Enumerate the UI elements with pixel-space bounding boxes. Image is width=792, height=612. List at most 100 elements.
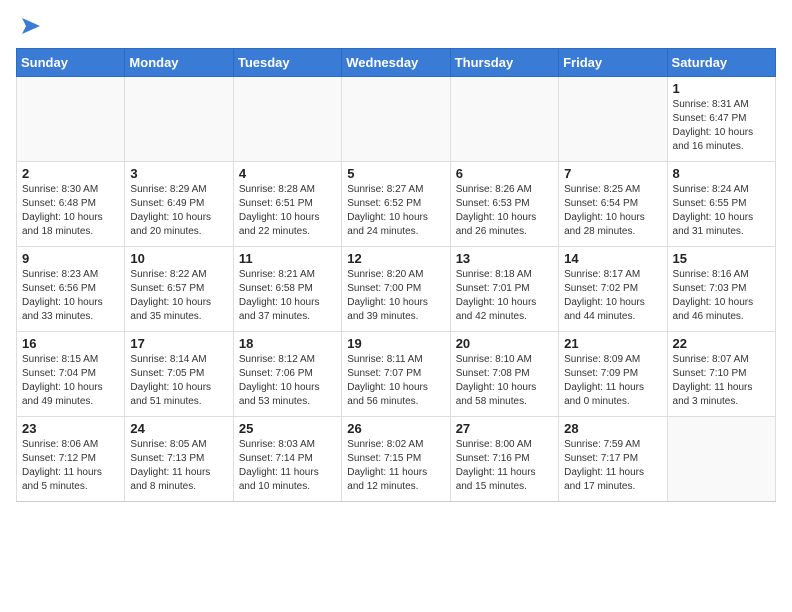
page-header: [16, 16, 776, 36]
calendar-day: 15 Sunrise: 8:16 AMSunset: 7:03 PMDayligh…: [667, 247, 775, 332]
calendar-day: 24 Sunrise: 8:05 AMSunset: 7:13 PMDayligh…: [125, 417, 233, 502]
day-info: Sunrise: 8:21 AMSunset: 6:58 PMDaylight:…: [239, 268, 336, 324]
day-number: 26: [347, 421, 444, 436]
calendar-day: 4 Sunrise: 8:28 AMSunset: 6:51 PMDaylight…: [233, 162, 341, 247]
day-number: 20: [456, 336, 553, 351]
day-info: Sunrise: 8:18 AMSunset: 7:01 PMDaylight:…: [456, 268, 553, 324]
weekday-header-tuesday: Tuesday: [233, 49, 341, 77]
weekday-header-wednesday: Wednesday: [342, 49, 450, 77]
calendar-day: [559, 77, 667, 162]
day-number: 1: [673, 81, 770, 96]
calendar-day: 25 Sunrise: 8:03 AMSunset: 7:14 PMDayligh…: [233, 417, 341, 502]
calendar-day: 22 Sunrise: 8:07 AMSunset: 7:10 PMDayligh…: [667, 332, 775, 417]
day-number: 4: [239, 166, 336, 181]
day-number: 3: [130, 166, 227, 181]
day-info: Sunrise: 8:26 AMSunset: 6:53 PMDaylight:…: [456, 183, 553, 239]
day-number: 27: [456, 421, 553, 436]
calendar-day: 20 Sunrise: 8:10 AMSunset: 7:08 PMDayligh…: [450, 332, 558, 417]
day-number: 9: [22, 251, 119, 266]
calendar-day: [17, 77, 125, 162]
day-info: Sunrise: 8:12 AMSunset: 7:06 PMDaylight:…: [239, 353, 336, 409]
calendar-day: [667, 417, 775, 502]
day-number: 16: [22, 336, 119, 351]
day-number: 2: [22, 166, 119, 181]
calendar-day: 19Sunrise: 8:11 AMSunset: 7:07 PMDayligh…: [342, 332, 450, 417]
day-info: Sunrise: 8:14 AMSunset: 7:05 PMDaylight:…: [130, 353, 227, 409]
day-number: 11: [239, 251, 336, 266]
day-number: 25: [239, 421, 336, 436]
day-info: Sunrise: 7:59 AMSunset: 7:17 PMDaylight:…: [564, 438, 661, 494]
calendar-day: [342, 77, 450, 162]
day-number: 22: [673, 336, 770, 351]
day-info: Sunrise: 8:22 AMSunset: 6:57 PMDaylight:…: [130, 268, 227, 324]
calendar-day: 26 Sunrise: 8:02 AMSunset: 7:15 PMDayligh…: [342, 417, 450, 502]
calendar-day: [233, 77, 341, 162]
calendar-day: 23 Sunrise: 8:06 AMSunset: 7:12 PMDayligh…: [17, 417, 125, 502]
day-info: Sunrise: 8:00 AMSunset: 7:16 PMDaylight:…: [456, 438, 553, 494]
calendar-day: 14 Sunrise: 8:17 AMSunset: 7:02 PMDayligh…: [559, 247, 667, 332]
day-number: 18: [239, 336, 336, 351]
logo-arrow-icon: [18, 16, 40, 36]
weekday-header-thursday: Thursday: [450, 49, 558, 77]
calendar-header-row: SundayMondayTuesdayWednesdayThursdayFrid…: [17, 49, 776, 77]
weekday-header-saturday: Saturday: [667, 49, 775, 77]
calendar-day: 21 Sunrise: 8:09 AMSunset: 7:09 PMDayligh…: [559, 332, 667, 417]
day-number: 17: [130, 336, 227, 351]
calendar-day: 12Sunrise: 8:20 AMSunset: 7:00 PMDayligh…: [342, 247, 450, 332]
day-number: 7: [564, 166, 661, 181]
calendar-day: 1Sunrise: 8:31 AMSunset: 6:47 PMDaylight…: [667, 77, 775, 162]
weekday-header-sunday: Sunday: [17, 49, 125, 77]
day-info: Sunrise: 8:02 AMSunset: 7:15 PMDaylight:…: [347, 438, 444, 494]
calendar-day: 10Sunrise: 8:22 AMSunset: 6:57 PMDayligh…: [125, 247, 233, 332]
calendar-day: 16 Sunrise: 8:15 AMSunset: 7:04 PMDayligh…: [17, 332, 125, 417]
calendar-day: 18 Sunrise: 8:12 AMSunset: 7:06 PMDayligh…: [233, 332, 341, 417]
calendar-day: 3Sunrise: 8:29 AMSunset: 6:49 PMDaylight…: [125, 162, 233, 247]
day-number: 23: [22, 421, 119, 436]
day-info: Sunrise: 8:07 AMSunset: 7:10 PMDaylight:…: [673, 353, 770, 409]
day-number: 14: [564, 251, 661, 266]
calendar-day: 2Sunrise: 8:30 AMSunset: 6:48 PMDaylight…: [17, 162, 125, 247]
calendar-day: [125, 77, 233, 162]
day-info: Sunrise: 8:28 AMSunset: 6:51 PMDaylight:…: [239, 183, 336, 239]
day-info: Sunrise: 8:23 AMSunset: 6:56 PMDaylight:…: [22, 268, 119, 324]
calendar-day: 7 Sunrise: 8:25 AMSunset: 6:54 PMDaylight…: [559, 162, 667, 247]
day-number: 24: [130, 421, 227, 436]
calendar-day: 6 Sunrise: 8:26 AMSunset: 6:53 PMDaylight…: [450, 162, 558, 247]
logo: [16, 16, 40, 36]
day-info: Sunrise: 8:17 AMSunset: 7:02 PMDaylight:…: [564, 268, 661, 324]
day-number: 21: [564, 336, 661, 351]
day-info: Sunrise: 8:10 AMSunset: 7:08 PMDaylight:…: [456, 353, 553, 409]
day-info: Sunrise: 8:11 AMSunset: 7:07 PMDaylight:…: [347, 353, 444, 409]
calendar-week-5: 23 Sunrise: 8:06 AMSunset: 7:12 PMDayligh…: [17, 417, 776, 502]
day-number: 8: [673, 166, 770, 181]
calendar-day: 5 Sunrise: 8:27 AMSunset: 6:52 PMDaylight…: [342, 162, 450, 247]
calendar-table: SundayMondayTuesdayWednesdayThursdayFrid…: [16, 48, 776, 502]
calendar-day: 17 Sunrise: 8:14 AMSunset: 7:05 PMDayligh…: [125, 332, 233, 417]
calendar-day: [450, 77, 558, 162]
calendar-day: 9 Sunrise: 8:23 AMSunset: 6:56 PMDaylight…: [17, 247, 125, 332]
calendar-week-3: 9 Sunrise: 8:23 AMSunset: 6:56 PMDaylight…: [17, 247, 776, 332]
day-info: Sunrise: 8:05 AMSunset: 7:13 PMDaylight:…: [130, 438, 227, 494]
calendar-week-4: 16 Sunrise: 8:15 AMSunset: 7:04 PMDayligh…: [17, 332, 776, 417]
weekday-header-monday: Monday: [125, 49, 233, 77]
day-info: Sunrise: 8:06 AMSunset: 7:12 PMDaylight:…: [22, 438, 119, 494]
calendar-day: 13 Sunrise: 8:18 AMSunset: 7:01 PMDayligh…: [450, 247, 558, 332]
day-number: 13: [456, 251, 553, 266]
day-info: Sunrise: 8:20 AMSunset: 7:00 PMDaylight:…: [347, 268, 444, 324]
day-info: Sunrise: 8:27 AMSunset: 6:52 PMDaylight:…: [347, 183, 444, 239]
day-number: 15: [673, 251, 770, 266]
day-info: Sunrise: 8:15 AMSunset: 7:04 PMDaylight:…: [22, 353, 119, 409]
day-info: Sunrise: 8:09 AMSunset: 7:09 PMDaylight:…: [564, 353, 661, 409]
calendar-week-2: 2Sunrise: 8:30 AMSunset: 6:48 PMDaylight…: [17, 162, 776, 247]
day-number: 5: [347, 166, 444, 181]
day-info: Sunrise: 8:16 AMSunset: 7:03 PMDaylight:…: [673, 268, 770, 324]
day-number: 28: [564, 421, 661, 436]
day-info: Sunrise: 8:25 AMSunset: 6:54 PMDaylight:…: [564, 183, 661, 239]
calendar-day: 28 Sunrise: 7:59 AMSunset: 7:17 PMDayligh…: [559, 417, 667, 502]
day-info: Sunrise: 8:03 AMSunset: 7:14 PMDaylight:…: [239, 438, 336, 494]
weekday-header-friday: Friday: [559, 49, 667, 77]
calendar-day: 11 Sunrise: 8:21 AMSunset: 6:58 PMDayligh…: [233, 247, 341, 332]
day-number: 6: [456, 166, 553, 181]
day-info: Sunrise: 8:24 AMSunset: 6:55 PMDaylight:…: [673, 183, 770, 239]
calendar-day: 8 Sunrise: 8:24 AMSunset: 6:55 PMDaylight…: [667, 162, 775, 247]
